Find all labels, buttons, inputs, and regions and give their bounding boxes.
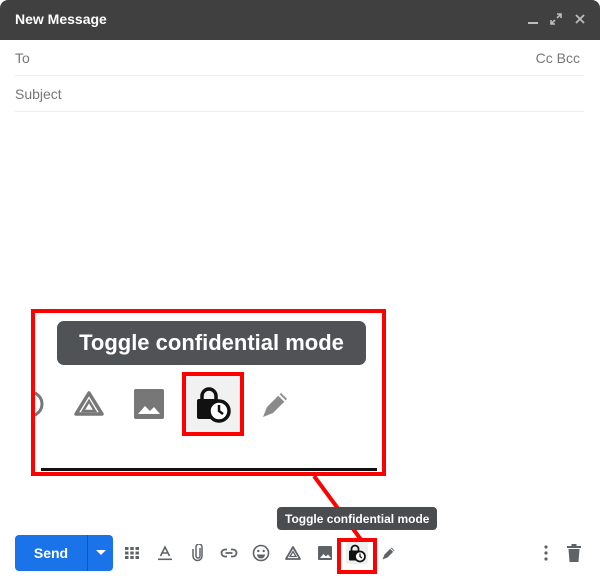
google-drive-icon — [285, 546, 301, 560]
close-button[interactable] — [571, 10, 589, 28]
insert-photo-icon — [318, 546, 332, 560]
compose-title: New Message — [15, 11, 107, 27]
trash-icon — [567, 544, 581, 562]
callout-google-drive-icon — [68, 383, 110, 425]
callout-insert-photo-icon — [128, 383, 170, 425]
subject-field-row: Subject — [15, 76, 600, 113]
discard-draft-button[interactable] — [563, 542, 585, 564]
zoom-callout: Toggle confidential mode — [31, 309, 386, 476]
close-icon — [575, 14, 585, 24]
callout-divider — [41, 468, 377, 471]
callout-confidential-mode-icon — [192, 383, 234, 425]
cc-bcc-links: Cc Bcc — [536, 50, 580, 66]
callout-tooltip: Toggle confidential mode — [57, 321, 366, 365]
google-drive-button[interactable] — [282, 542, 304, 564]
insert-emoji-icon — [252, 544, 270, 562]
more-vert-icon — [544, 545, 548, 561]
formatting-options-button[interactable] — [121, 542, 143, 564]
insert-emoji-button[interactable] — [250, 542, 272, 564]
confidential-tooltip: Toggle confidential mode — [277, 507, 438, 530]
formatting-options-icon — [125, 547, 139, 559]
arrow-drop-down-icon — [95, 550, 106, 555]
confidential-mode-icon — [349, 544, 366, 563]
subject-input[interactable] — [15, 76, 600, 113]
bcc-link[interactable]: Bcc — [557, 50, 580, 66]
text-format-button[interactable] — [154, 542, 176, 564]
compose-toolbar: Send — [0, 532, 600, 574]
expand-icon — [550, 13, 562, 25]
insert-photo-button[interactable] — [314, 542, 336, 564]
signature-button[interactable] — [378, 542, 400, 564]
insert-link-icon — [220, 548, 238, 558]
cc-link[interactable]: Cc — [536, 50, 553, 66]
send-options-button[interactable] — [87, 535, 113, 571]
minimize-icon — [528, 22, 538, 24]
insert-link-button[interactable] — [218, 542, 240, 564]
attach-files-icon — [192, 544, 203, 562]
to-input[interactable] — [15, 40, 600, 77]
send-button[interactable]: Send — [15, 535, 87, 571]
to-field-row: To Cc Bcc — [15, 40, 600, 77]
confidential-mode-button[interactable] — [346, 542, 368, 564]
text-format-icon — [158, 545, 172, 561]
callout-signature-pen-icon — [255, 383, 297, 425]
fullscreen-button[interactable] — [547, 10, 565, 28]
minimize-button[interactable] — [524, 10, 542, 28]
callout-emoji-icon-partial — [35, 383, 61, 425]
compose-titlebar: New Message — [0, 0, 600, 40]
attach-files-button[interactable] — [187, 542, 209, 564]
more-options-button[interactable] — [535, 542, 557, 564]
signature-pen-icon — [382, 547, 395, 560]
